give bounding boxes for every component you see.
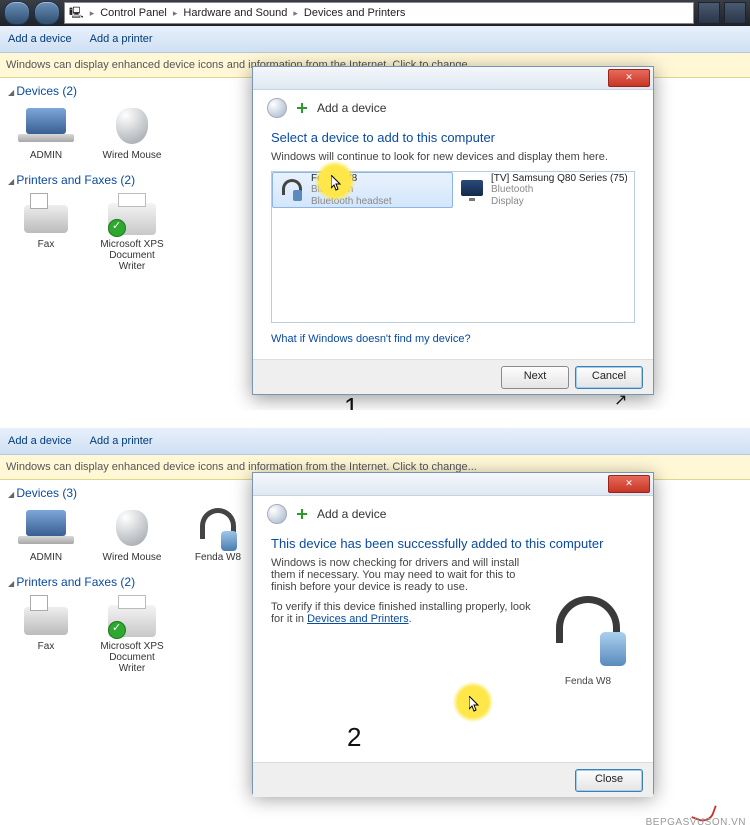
dialog-title: This device has been successfully added … — [271, 536, 635, 551]
mouse-icon — [116, 108, 148, 144]
wizard-icon — [267, 504, 287, 524]
dialog-header: Add a device — [317, 101, 386, 115]
device-card[interactable]: Fenda W8 Bluetooth Bluetooth headset — [272, 172, 453, 208]
device-item[interactable]: Fax — [12, 191, 80, 272]
fax-icon — [24, 205, 68, 233]
laptop-icon — [26, 108, 66, 134]
headset-icon — [282, 179, 302, 195]
help-link[interactable]: What if Windows doesn't find my device? — [271, 323, 635, 349]
device-item[interactable]: Microsoft XPS Document Writer — [98, 593, 166, 674]
toolbar: Add a device Add a printer — [0, 428, 750, 455]
device-label: Fax — [12, 641, 80, 652]
device-item[interactable]: Wired Mouse — [98, 504, 166, 563]
add-printer-button[interactable]: Add a printer — [90, 435, 153, 447]
add-printer-button[interactable]: Add a printer — [90, 33, 153, 45]
device-item[interactable]: Fenda W8 — [184, 504, 252, 563]
device-item[interactable]: ADMIN — [12, 504, 80, 563]
device-label: Fax — [12, 239, 80, 250]
device-item[interactable]: Wired Mouse — [98, 102, 166, 161]
device-card[interactable]: [TV] Samsung Q80 Series (75) Bluetooth D… — [453, 172, 634, 208]
device-item[interactable]: Fax — [12, 593, 80, 674]
add-device-dialog: ✕ Add a device This device has been succ… — [252, 472, 654, 794]
device-line: Bluetooth — [491, 184, 628, 196]
device-label: ADMIN — [12, 150, 80, 161]
close-button[interactable]: ✕ — [608, 69, 650, 87]
close-dialog-button[interactable]: Close — [575, 769, 643, 792]
highlight-marker — [453, 682, 493, 722]
add-device-button[interactable]: Add a device — [8, 33, 72, 45]
cancel-button[interactable]: Cancel — [575, 366, 643, 389]
add-device-button[interactable]: Add a device — [8, 435, 72, 447]
toolbar: Add a device Add a printer — [0, 26, 750, 53]
headset-icon — [200, 508, 236, 539]
dialog-body-text: Windows is now checking for drivers and … — [271, 557, 531, 593]
close-button[interactable]: ✕ — [608, 475, 650, 493]
refresh-button[interactable] — [698, 2, 720, 24]
step-number: 1 — [344, 392, 358, 410]
default-badge-icon — [108, 621, 126, 639]
device-label: Wired Mouse — [98, 552, 166, 563]
cursor-icon — [469, 696, 481, 712]
device-item[interactable]: ADMIN — [12, 102, 80, 161]
laptop-icon — [26, 510, 66, 536]
device-label: Microsoft XPS Document Writer — [98, 239, 166, 272]
address-bar: 🖳 Control Panel Hardware and Sound Devic… — [0, 0, 750, 26]
device-line: Bluetooth — [311, 184, 392, 196]
dialog-title: Select a device to add to this computer — [271, 130, 635, 145]
breadcrumb[interactable]: 🖳 Control Panel Hardware and Sound Devic… — [64, 2, 694, 24]
tv-icon — [461, 180, 483, 196]
device-list: Fenda W8 Bluetooth Bluetooth headset [TV… — [271, 171, 635, 323]
watermark: BEPGASVUSON.VN — [646, 817, 746, 825]
add-icon — [295, 101, 309, 115]
breadcrumb-item[interactable]: Control Panel — [100, 7, 167, 19]
dialog-header: Add a device — [317, 507, 386, 521]
step-number: 2 — [347, 722, 361, 753]
device-label: Wired Mouse — [98, 150, 166, 161]
default-badge-icon — [108, 219, 126, 237]
dialog-body-text: To verify if this device finished instal… — [271, 601, 531, 625]
device-name: Fenda W8 — [311, 173, 392, 185]
add-icon — [295, 507, 309, 521]
device-line: Bluetooth headset — [311, 196, 392, 208]
breadcrumb-item[interactable]: Hardware and Sound — [183, 7, 287, 19]
device-label: ADMIN — [12, 552, 80, 563]
annotation-arrow: ↗ — [614, 390, 627, 410]
device-line: Display — [491, 196, 628, 208]
nav-forward-button[interactable] — [34, 1, 60, 25]
mouse-icon — [116, 510, 148, 546]
breadcrumb-item[interactable]: Devices and Printers — [304, 7, 406, 19]
next-button[interactable]: Next — [501, 366, 569, 389]
device-name: [TV] Samsung Q80 Series (75) — [491, 173, 628, 185]
nav-back-button[interactable] — [4, 1, 30, 25]
device-preview: Fenda W8 — [543, 592, 633, 687]
add-device-dialog: ✕ Add a device Select a device to add to… — [252, 66, 654, 395]
device-preview-label: Fenda W8 — [543, 676, 633, 687]
fax-icon — [24, 607, 68, 635]
wizard-icon — [267, 98, 287, 118]
search-button[interactable] — [724, 2, 746, 24]
device-label: Microsoft XPS Document Writer — [98, 641, 166, 674]
device-item[interactable]: Microsoft XPS Document Writer — [98, 191, 166, 272]
dialog-subtitle: Windows will continue to look for new de… — [271, 151, 635, 163]
device-label: Fenda W8 — [184, 552, 252, 563]
devices-printers-link[interactable]: Devices and Printers — [307, 613, 409, 625]
